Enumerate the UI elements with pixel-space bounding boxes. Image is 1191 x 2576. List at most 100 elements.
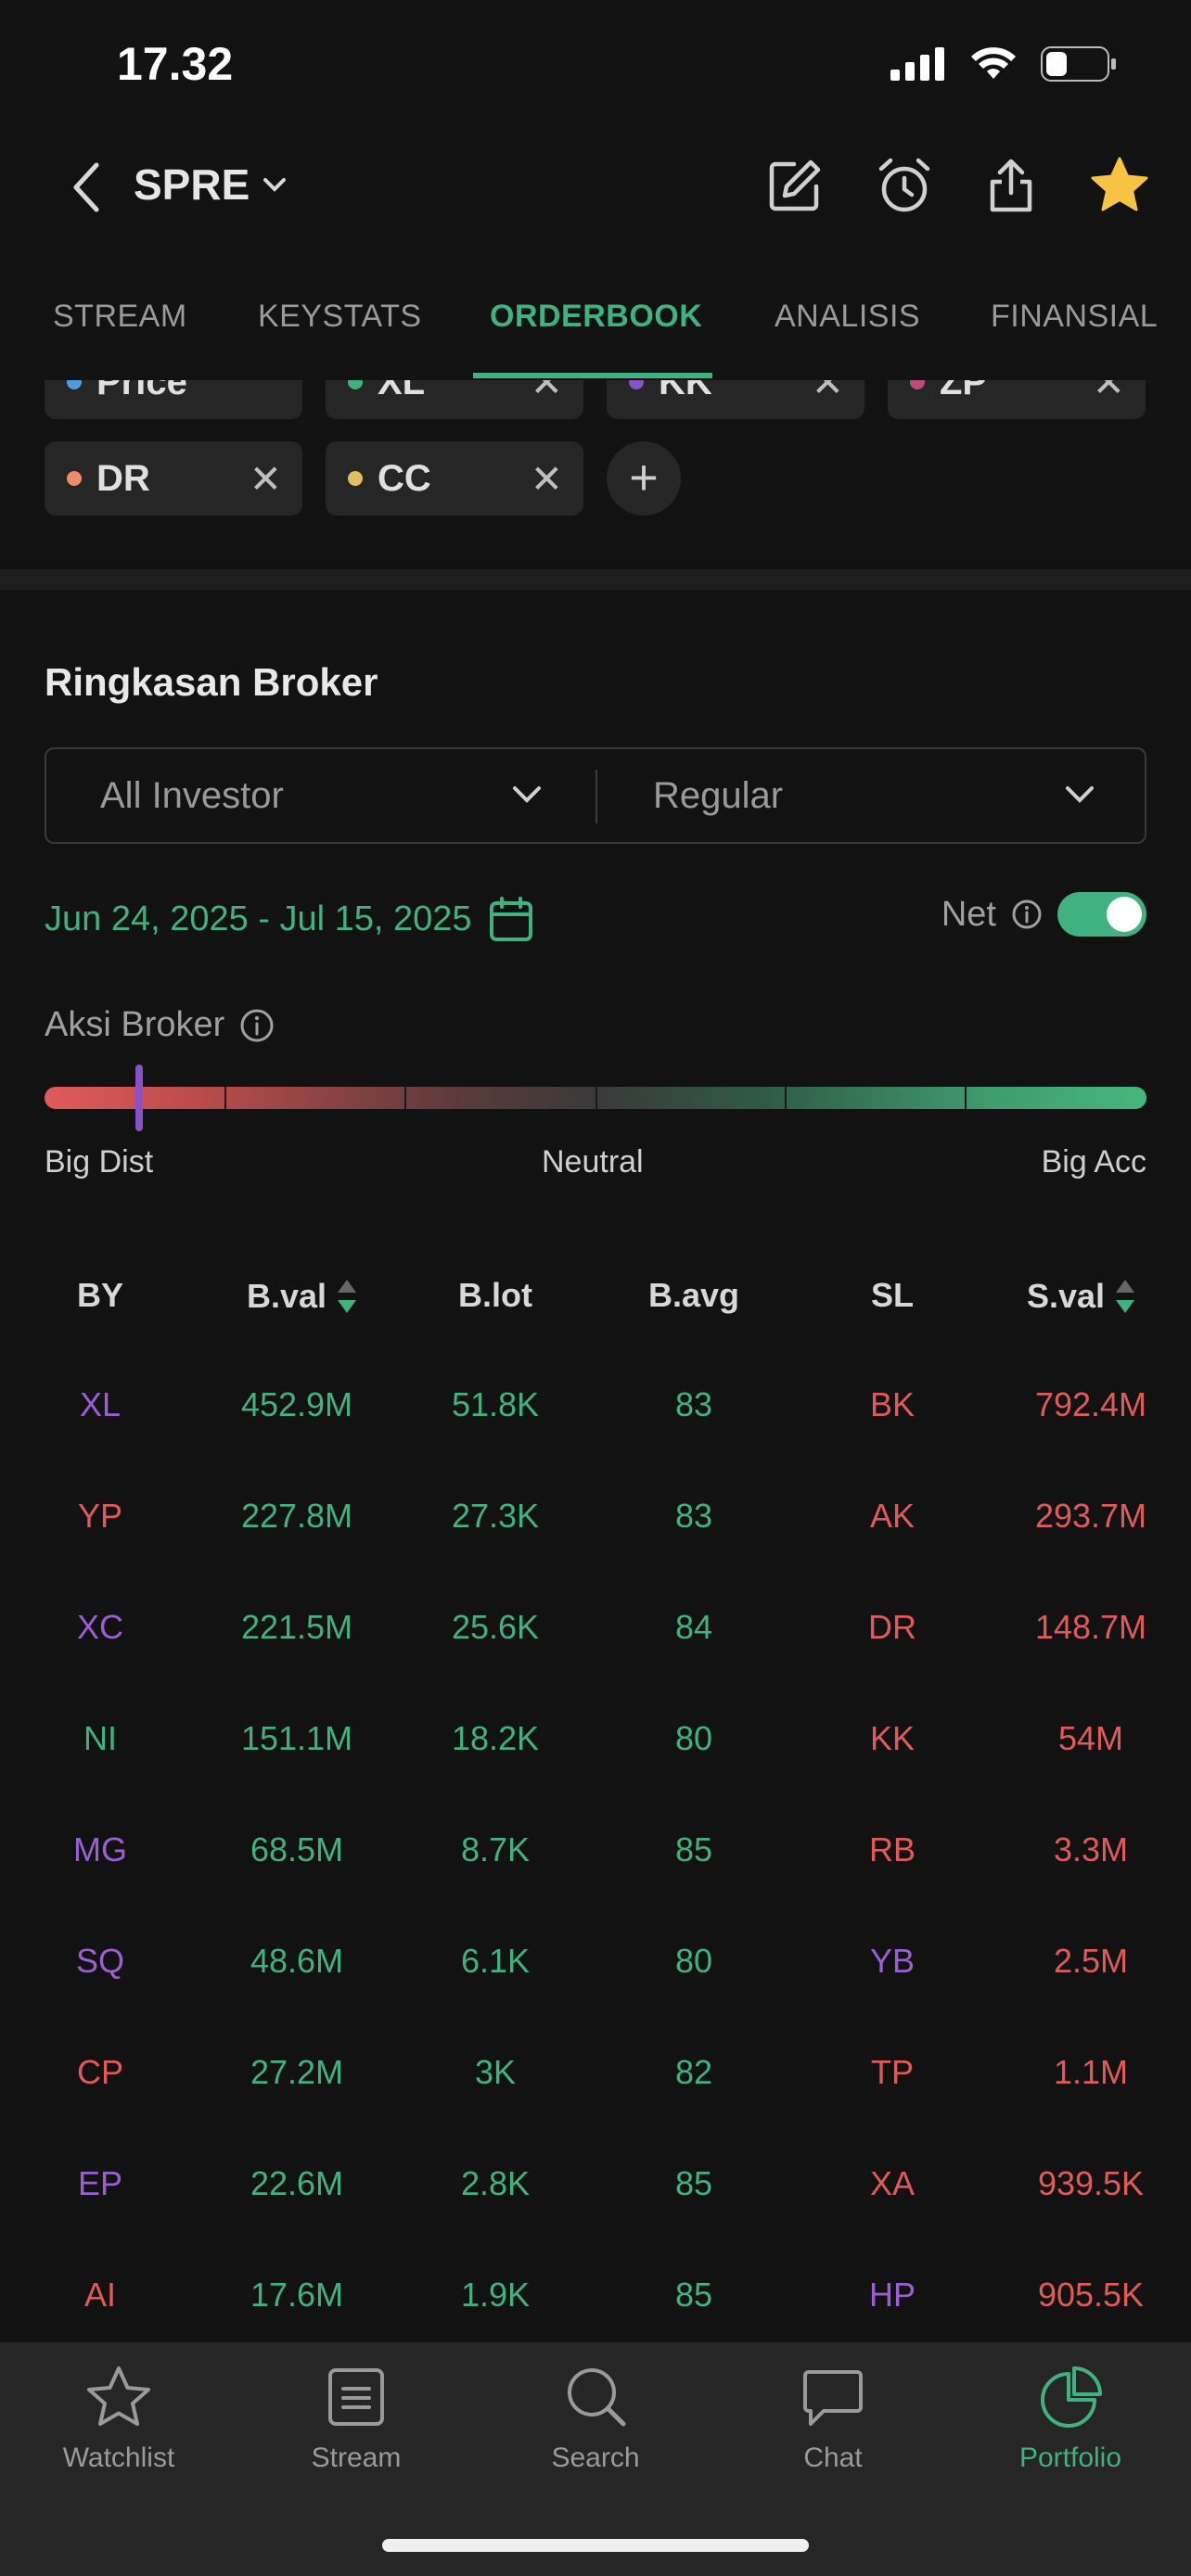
buyer-code-cell[interactable]: SQ xyxy=(17,1942,184,1981)
seller-code-cell[interactable]: YB xyxy=(809,1942,976,1981)
col-header-bavg[interactable]: B.avg xyxy=(620,1276,768,1315)
chip-dot xyxy=(67,380,82,389)
filter-selector: All Investor Regular xyxy=(45,747,1146,844)
buyer-code-cell[interactable]: XL xyxy=(17,1385,184,1424)
buy-lot-cell: 8.7K xyxy=(460,1830,531,1868)
buy-value-cell: 221.5M xyxy=(240,1608,353,1646)
investor-select[interactable]: All Investor xyxy=(100,775,284,817)
gauge-segment-divider xyxy=(785,1087,787,1109)
chat-bubble-icon xyxy=(803,2370,863,2426)
seller-code-cell[interactable]: BK xyxy=(809,1385,976,1424)
chip-label: Price xyxy=(96,380,187,402)
chip-dot xyxy=(910,380,925,389)
chip-dot xyxy=(629,380,644,389)
seller-code-cell[interactable]: TP xyxy=(809,2053,976,2092)
buyer-code-cell[interactable]: XC xyxy=(17,1608,184,1647)
chevron-down-icon[interactable] xyxy=(512,784,542,805)
sell-value-cell: 1.1M xyxy=(1053,2053,1129,2091)
buyer-code-cell[interactable]: NI xyxy=(17,1719,184,1758)
net-toggle[interactable] xyxy=(1057,892,1146,937)
edit-icon[interactable] xyxy=(766,157,824,214)
chip-xl[interactable]: XL ✕ xyxy=(326,380,583,419)
buy-avg-cell: 80 xyxy=(674,1942,713,1980)
tab-analisis[interactable]: ANALISIS xyxy=(775,299,920,335)
back-arrow-icon[interactable] xyxy=(65,159,108,215)
nav-label: Chat xyxy=(803,2442,863,2473)
close-icon[interactable]: ✕ xyxy=(812,380,844,405)
col-header-blot[interactable]: B.lot xyxy=(421,1276,570,1315)
col-header-label: B.val xyxy=(246,1277,327,1315)
col-header-sval[interactable]: S.val xyxy=(1007,1276,1156,1317)
seller-code-cell[interactable]: HP xyxy=(809,2276,976,2315)
add-broker-button[interactable]: + xyxy=(607,441,681,516)
nav-chat[interactable]: Chat xyxy=(749,2365,916,2474)
buy-avg-cell: 82 xyxy=(674,2053,713,2091)
buy-lot-cell: 27.3K xyxy=(451,1497,540,1535)
tab-keystats[interactable]: KEYSTATS xyxy=(258,299,422,335)
sell-value-cell: 905.5K xyxy=(1037,2276,1145,2314)
seller-code-cell[interactable]: AK xyxy=(809,1497,976,1536)
gauge-segment-divider xyxy=(224,1087,226,1109)
seller-code-cell[interactable]: XA xyxy=(809,2164,976,2203)
chip-zp[interactable]: ZP ✕ xyxy=(888,380,1146,419)
gauge-segment-divider xyxy=(965,1087,967,1109)
sell-value-cell: 148.7M xyxy=(1034,1608,1147,1646)
col-header-label: S.val xyxy=(1026,1277,1106,1315)
info-icon[interactable] xyxy=(239,1008,275,1043)
net-toggle-group: Net xyxy=(941,892,1146,937)
close-icon[interactable]: ✕ xyxy=(250,456,282,502)
chevron-down-icon[interactable] xyxy=(1065,784,1095,805)
buy-value-cell: 17.6M xyxy=(250,2276,344,2314)
signal-icon xyxy=(890,47,944,81)
battery-icon xyxy=(1041,46,1116,82)
buyer-code-cell[interactable]: EP xyxy=(17,2164,184,2203)
col-header-by[interactable]: BY xyxy=(26,1276,174,1315)
date-range-picker[interactable]: Jun 24, 2025 - Jul 15, 2025 xyxy=(45,896,533,942)
seller-code-cell[interactable]: DR xyxy=(809,1608,976,1647)
gauge-segment-divider xyxy=(404,1087,406,1109)
chip-dr[interactable]: DR ✕ xyxy=(45,441,302,516)
star-favorite-icon[interactable] xyxy=(1089,156,1150,215)
buyer-code-cell[interactable]: YP xyxy=(17,1497,184,1536)
buy-lot-cell: 51.8K xyxy=(451,1385,540,1423)
col-header-bval[interactable]: B.val xyxy=(228,1276,377,1317)
seller-code-cell[interactable]: RB xyxy=(809,1830,976,1869)
gauge-left-label: Big Dist xyxy=(45,1144,154,1180)
close-icon[interactable]: ✕ xyxy=(531,456,563,502)
buy-avg-cell: 85 xyxy=(674,1830,713,1868)
nav-watchlist[interactable]: Watchlist xyxy=(35,2365,202,2474)
buyer-code-cell[interactable]: MG xyxy=(17,1830,184,1869)
buy-avg-cell: 80 xyxy=(674,1719,713,1757)
market-select[interactable]: Regular xyxy=(653,775,783,817)
nav-portfolio[interactable]: Portfolio xyxy=(987,2365,1154,2474)
col-header-sl[interactable]: SL xyxy=(818,1276,967,1315)
nav-stream[interactable]: Stream xyxy=(273,2365,440,2474)
chip-price[interactable]: Price xyxy=(45,380,302,419)
buy-value-cell: 151.1M xyxy=(240,1719,353,1757)
tab-orderbook[interactable]: ORDERBOOK xyxy=(490,299,702,335)
chip-label: DR xyxy=(96,457,150,499)
close-icon[interactable]: ✕ xyxy=(1093,380,1125,405)
section-title: Ringkasan Broker xyxy=(45,660,378,704)
buy-lot-cell: 25.6K xyxy=(451,1608,540,1646)
toggle-knob xyxy=(1107,897,1142,932)
ticker-selector[interactable]: SPRE xyxy=(134,159,287,210)
buyer-code-cell[interactable]: CP xyxy=(17,2053,184,2092)
tab-finansial[interactable]: FINANSIAL xyxy=(991,299,1158,335)
tab-active-indicator xyxy=(473,373,712,378)
share-icon[interactable] xyxy=(985,156,1037,215)
buyer-code-cell[interactable]: AI xyxy=(17,2276,184,2315)
header-actions xyxy=(766,156,1150,215)
alarm-clock-icon[interactable] xyxy=(876,156,933,215)
close-icon[interactable]: ✕ xyxy=(531,380,563,405)
chip-cc[interactable]: CC ✕ xyxy=(326,441,583,516)
chip-kk[interactable]: KK ✕ xyxy=(607,380,864,419)
info-icon[interactable] xyxy=(1011,899,1043,930)
nav-search[interactable]: Search xyxy=(512,2365,679,2474)
nav-label: Portfolio xyxy=(1018,2442,1122,2473)
tab-stream[interactable]: STREAM xyxy=(53,299,187,335)
buy-value-cell: 452.9M xyxy=(240,1385,353,1423)
seller-code-cell[interactable]: KK xyxy=(809,1719,976,1758)
sell-value-cell: 293.7M xyxy=(1034,1497,1147,1535)
chip-label: KK xyxy=(659,380,712,402)
